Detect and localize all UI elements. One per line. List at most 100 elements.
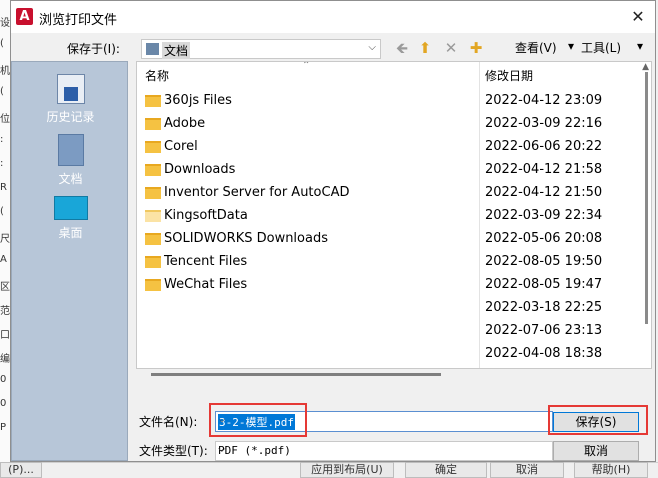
background-text-fragment: : (0, 134, 4, 145)
places-item-documents[interactable]: 文档 (12, 134, 129, 187)
save-in-label: 保存于(I): (67, 42, 120, 56)
modified-date: 2022-04-12 21:58 (485, 162, 603, 177)
background-text-fragment: 位 (0, 114, 10, 125)
list-item[interactable]: KingsoftData 2022-03-09 22:34 (137, 205, 637, 228)
background-apply-layout-button: 应用到布局(U) (300, 462, 394, 478)
desktop-icon (53, 196, 88, 220)
background-preview-button: (P)... (0, 462, 42, 478)
list-item[interactable]: WeChat Files 2022-08-05 19:47 (137, 274, 637, 297)
places-item-label: 桌面 (58, 226, 83, 240)
background-text-fragment: 0 (0, 398, 7, 409)
column-header-name[interactable]: 名称 (145, 67, 169, 84)
modified-date: 2022-03-09 22:34 (485, 208, 603, 223)
places-item-label: 文档 (58, 172, 83, 186)
documents-icon (57, 134, 84, 166)
up-folder-icon[interactable]: ⬆ (416, 39, 434, 57)
background-text-fragment: 尺 (0, 234, 10, 245)
list-item[interactable]: Inventor Server for AutoCAD 2022-04-12 21… (137, 182, 637, 205)
folder-icon (145, 118, 161, 130)
filetype-label: 文件类型(T): (139, 444, 208, 458)
file-name: Downloads (164, 162, 236, 177)
list-item[interactable]: 2022-07-06 23:13 (137, 320, 637, 343)
list-item[interactable]: 2022-03-18 22:25 (137, 297, 637, 320)
list-item[interactable]: Downloads 2022-04-12 21:58 (137, 159, 637, 182)
folder-icon (145, 279, 161, 291)
filename-highlight-box (209, 403, 307, 437)
title-bar: A 浏览打印文件 ✕ (11, 1, 655, 33)
vertical-scrollbar[interactable] (645, 72, 648, 324)
folder-icon (145, 141, 161, 153)
background-text-fragment: ( (0, 38, 4, 49)
filename-label: 文件名(N): (139, 415, 198, 429)
save-in-value: 文档 (162, 42, 191, 59)
background-ok-button: 确定 (405, 462, 487, 478)
background-text-fragment: P (0, 422, 7, 433)
filetype-dropdown[interactable]: PDF (*.pdf) ⌵ (215, 441, 553, 461)
folder-icon (145, 187, 161, 199)
file-name: WeChat Files (164, 277, 248, 292)
modified-date: 2022-04-12 23:09 (485, 93, 603, 108)
file-name: Corel (164, 139, 198, 154)
scroll-up-icon[interactable]: ▲ (642, 62, 649, 72)
file-name: Tencent Files (164, 254, 248, 269)
places-item-history[interactable]: 历史记录 (12, 74, 129, 125)
modified-date: 2022-03-09 22:16 (485, 116, 603, 131)
modified-date: 2022-04-08 18:38 (485, 346, 603, 361)
modified-date: 2022-08-05 19:50 (485, 254, 603, 269)
background-text-fragment: 区 (0, 282, 10, 293)
modified-date: 2022-03-18 22:25 (485, 300, 603, 315)
background-text-fragment: 0 (0, 374, 7, 385)
horizontal-scrollbar[interactable] (151, 373, 441, 376)
background-text-fragment: R (0, 182, 7, 193)
new-folder-icon[interactable]: ✚ (467, 39, 485, 57)
folder-icon (145, 210, 161, 222)
view-dropdown-icon[interactable]: ▾ (568, 39, 574, 53)
dialog-title: 浏览打印文件 (39, 13, 118, 28)
background-text-fragment: A (0, 254, 7, 265)
background-text-fragment: 编 (0, 354, 10, 365)
background-help-button: 帮助(H) (574, 462, 648, 478)
list-item[interactable]: SOLIDWORKS Downloads 2022-05-06 20:08 (137, 228, 637, 251)
background-text-fragment: : (0, 158, 4, 169)
sort-ascending-icon: ⌃ (302, 61, 311, 71)
modified-date: 2022-05-06 20:08 (485, 231, 603, 246)
view-menu-button[interactable]: 查看(V) (515, 39, 557, 56)
modified-date: 2022-04-12 21:50 (485, 185, 603, 200)
chevron-down-icon: ⌵ (218, 444, 226, 455)
background-cancel-button: 取消 (490, 462, 564, 478)
list-item[interactable]: Adobe 2022-03-09 22:16 (137, 113, 637, 136)
file-list[interactable]: ⌃ 名称 修改日期 360js Files 2022-04-12 23:09 Ad… (136, 61, 652, 369)
list-item[interactable]: Tencent Files 2022-08-05 19:50 (137, 251, 637, 274)
file-name: Inventor Server for AutoCAD (164, 185, 350, 200)
browse-print-file-dialog: A 浏览打印文件 ✕ 保存于(I): 文档 ⌵ 🡸 ⬆ ✕ ✚ 查看(V) ▾ … (10, 0, 656, 462)
file-name: KingsoftData (164, 208, 248, 223)
background-text-fragment: 设 (0, 18, 10, 29)
places-bar: 历史记录 文档 桌面 (11, 61, 128, 461)
list-item[interactable]: 360js Files 2022-04-12 23:09 (137, 90, 637, 113)
back-arrow-icon[interactable]: 🡸 (393, 39, 411, 57)
delete-icon[interactable]: ✕ (442, 39, 460, 57)
list-item[interactable]: 2022-04-08 18:38 (137, 343, 637, 366)
modified-date: 2022-06-06 20:22 (485, 139, 603, 154)
autocad-app-icon: A (16, 8, 33, 25)
places-item-label: 历史记录 (46, 110, 95, 124)
documents-folder-icon (146, 43, 159, 55)
folder-icon (145, 164, 161, 176)
tools-dropdown-icon[interactable]: ▾ (637, 39, 643, 53)
history-icon (56, 74, 85, 104)
background-text-fragment: 范 (0, 306, 10, 317)
file-name: 360js Files (164, 93, 232, 108)
background-text-fragment: ( (0, 86, 4, 97)
save-highlight-box (548, 405, 648, 435)
folder-icon (145, 233, 161, 245)
column-header-modified[interactable]: 修改日期 (485, 67, 533, 84)
tools-menu-button[interactable]: 工具(L) (581, 39, 621, 56)
cancel-button[interactable]: 取消 (553, 441, 639, 461)
close-button[interactable]: ✕ (627, 7, 649, 27)
file-name: Adobe (164, 116, 206, 131)
background-text-fragment: 机 (0, 66, 10, 77)
places-item-desktop[interactable]: 桌面 (12, 196, 129, 241)
save-in-dropdown[interactable]: 文档 ⌵ (141, 39, 381, 59)
list-item[interactable]: Corel 2022-06-06 20:22 (137, 136, 637, 159)
background-text-fragment: ( (0, 206, 4, 217)
